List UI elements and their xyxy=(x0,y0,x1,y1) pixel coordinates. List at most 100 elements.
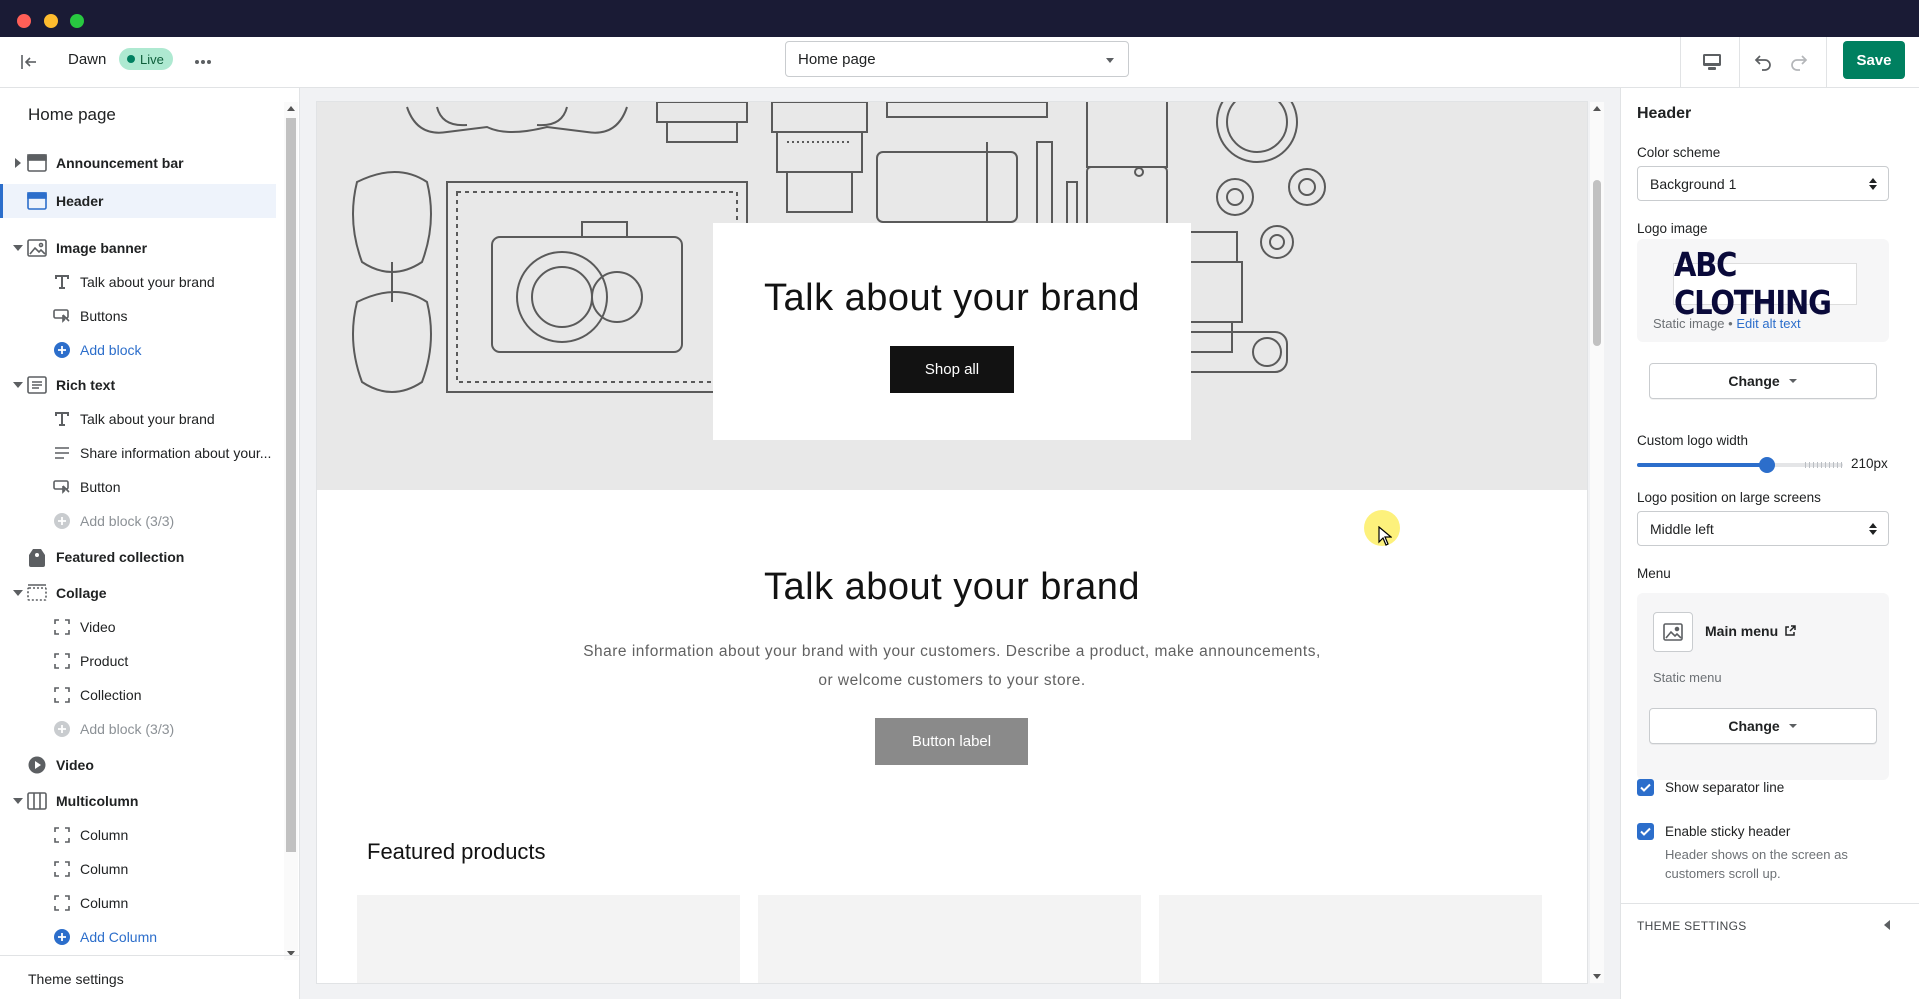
caret-down-icon xyxy=(1788,724,1797,728)
toolbar-divider xyxy=(1680,37,1681,88)
sidebar-block-column[interactable]: Column xyxy=(0,852,276,886)
sidebar-item-label: Video xyxy=(56,757,94,773)
sidebar-scrollbar[interactable] xyxy=(284,102,298,960)
more-actions-button[interactable] xyxy=(190,49,216,75)
window-titlebar xyxy=(0,0,1919,37)
logo-position-label: Logo position on large screens xyxy=(1637,490,1821,505)
caret-down-icon[interactable] xyxy=(13,796,23,806)
edit-alt-text-link[interactable]: Edit alt text xyxy=(1736,316,1800,331)
minimize-window-button[interactable] xyxy=(44,14,58,28)
color-scheme-select[interactable]: Background 1 xyxy=(1637,166,1889,201)
sidebar-item-rich-text[interactable]: Rich text xyxy=(0,368,276,402)
add-block-button-disabled: Add block (3/3) xyxy=(0,504,276,538)
preview-scroll-thumb[interactable] xyxy=(1593,180,1601,346)
paragraph-icon xyxy=(52,443,72,463)
sidebar-item-header[interactable]: Header xyxy=(0,184,276,218)
device-preview-button[interactable] xyxy=(1697,47,1727,77)
sidebar-item-label: Button xyxy=(80,479,121,495)
close-window-button[interactable] xyxy=(17,14,31,28)
color-scheme-label: Color scheme xyxy=(1637,145,1721,160)
slider-fill xyxy=(1637,463,1767,467)
frame-icon xyxy=(52,651,72,671)
page-selector[interactable]: Home page xyxy=(785,41,1129,77)
sticky-header-checkbox[interactable] xyxy=(1637,823,1654,840)
menu-label: Menu xyxy=(1637,566,1671,581)
scroll-up-arrow-icon[interactable] xyxy=(287,106,295,111)
main-menu-link[interactable]: Main menu xyxy=(1705,623,1796,639)
sidebar-block-collection[interactable]: Collection xyxy=(0,678,276,712)
product-card-placeholder[interactable] xyxy=(357,895,740,983)
sidebar-block-talk-about-brand[interactable]: Talk about your brand xyxy=(0,265,276,299)
save-button[interactable]: Save xyxy=(1843,41,1905,79)
sidebar-item-label: Product xyxy=(80,653,129,669)
caret-right-icon[interactable] xyxy=(13,158,23,168)
sidebar-scroll-thumb[interactable] xyxy=(286,118,296,852)
sidebar-item-label: Add block (3/3) xyxy=(80,513,175,529)
image-icon xyxy=(27,238,47,258)
menu-card: Main menu Static menu xyxy=(1637,593,1889,780)
sidebar-item-label: Talk about your brand xyxy=(80,411,215,427)
featured-products-title: Featured products xyxy=(367,839,546,864)
add-column-button[interactable]: Add Column xyxy=(0,920,276,954)
sidebar-block-video[interactable]: Video xyxy=(0,610,276,644)
theme-settings-toggle[interactable]: THEME SETTINGS xyxy=(1621,904,1919,946)
logo-width-slider[interactable] xyxy=(1637,457,1843,473)
static-image-label: Static image xyxy=(1653,316,1725,331)
logo-thumbnail[interactable]: ABC CLOTHING xyxy=(1673,246,1857,322)
change-menu-label: Change xyxy=(1728,718,1780,734)
sidebar-item-label: Collage xyxy=(56,585,107,601)
rich-text-button[interactable]: Button label xyxy=(875,718,1028,765)
sidebar-title: Home page xyxy=(28,105,116,124)
sidebar-item-featured-collection[interactable]: Featured collection xyxy=(0,540,276,574)
theme-settings-heading: THEME SETTINGS xyxy=(1637,919,1747,933)
product-card-placeholder[interactable] xyxy=(1159,895,1542,983)
desktop-icon xyxy=(1703,54,1721,70)
sidebar-block-product[interactable]: Product xyxy=(0,644,276,678)
sidebar-block-talk-about-brand[interactable]: Talk about your brand xyxy=(0,402,276,436)
shop-all-button[interactable]: Shop all xyxy=(890,346,1014,393)
settings-panel-title: Header xyxy=(1637,105,1692,122)
rich-text-heading: Talk about your brand xyxy=(764,566,1140,608)
redo-button[interactable] xyxy=(1784,47,1814,77)
sidebar-block-column[interactable]: Column xyxy=(0,818,276,852)
select-arrows-icon xyxy=(1869,523,1877,535)
store-preview[interactable]: Talk about your brand Shop all Talk abou… xyxy=(317,102,1587,983)
redo-icon xyxy=(1791,55,1808,71)
sidebar-item-announcement-bar[interactable]: Announcement bar xyxy=(0,146,276,180)
change-menu-button[interactable]: Change xyxy=(1649,708,1877,744)
image-icon xyxy=(1663,623,1683,641)
product-card-placeholder[interactable] xyxy=(758,895,1141,983)
undo-button[interactable] xyxy=(1748,47,1778,77)
sidebar-item-image-banner[interactable]: Image banner xyxy=(0,231,276,265)
logo-position-select[interactable]: Middle left xyxy=(1637,511,1889,546)
sidebar-item-multicolumn[interactable]: Multicolumn xyxy=(0,784,276,818)
scroll-down-arrow-icon[interactable] xyxy=(1593,974,1601,979)
frame-icon xyxy=(52,859,72,879)
theme-settings-link[interactable]: Theme settings xyxy=(0,955,300,999)
add-block-button[interactable]: Add block xyxy=(0,333,276,367)
toolbar-divider xyxy=(1826,37,1827,88)
show-separator-checkbox[interactable] xyxy=(1637,779,1654,796)
sidebar-block-button[interactable]: Button xyxy=(0,470,276,504)
maximize-window-button[interactable] xyxy=(70,14,84,28)
sidebar-item-label: Buttons xyxy=(80,308,128,324)
sidebar-block-buttons[interactable]: Buttons xyxy=(0,299,276,333)
slider-knob[interactable] xyxy=(1759,457,1775,473)
exit-editor-button[interactable] xyxy=(16,49,42,75)
preview-scrollbar[interactable] xyxy=(1590,102,1604,983)
sidebar-block-share-information[interactable]: Share information about your... xyxy=(0,436,276,470)
scroll-up-arrow-icon[interactable] xyxy=(1593,106,1601,111)
caret-down-icon[interactable] xyxy=(13,588,23,598)
sidebar-item-collage[interactable]: Collage xyxy=(0,576,276,610)
sidebar-item-video[interactable]: Video xyxy=(0,748,276,782)
undo-icon xyxy=(1754,55,1771,71)
sidebar-block-column[interactable]: Column xyxy=(0,886,276,920)
sidebar-item-label: Column xyxy=(80,827,129,843)
color-scheme-value: Background 1 xyxy=(1650,175,1737,192)
caret-down-icon[interactable] xyxy=(13,380,23,390)
image-banner-section[interactable]: Talk about your brand Shop all xyxy=(317,102,1587,490)
frame-icon xyxy=(52,825,72,845)
sidebar-item-label: Rich text xyxy=(56,377,116,393)
caret-down-icon[interactable] xyxy=(13,243,23,253)
change-logo-button[interactable]: Change xyxy=(1649,363,1877,399)
